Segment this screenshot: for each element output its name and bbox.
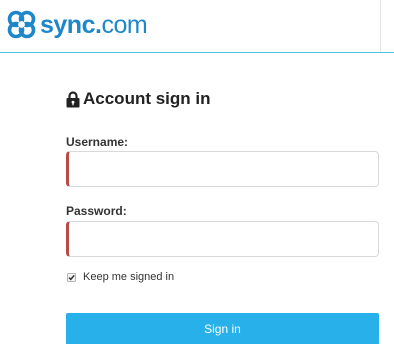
remember-checkbox[interactable] bbox=[67, 272, 76, 282]
password-label: Password: bbox=[66, 204, 127, 218]
lock-icon bbox=[66, 90, 80, 107]
username-input[interactable] bbox=[66, 151, 379, 187]
header-divider bbox=[380, 0, 381, 52]
password-input[interactable] bbox=[66, 221, 379, 257]
remember-label: Keep me signed in bbox=[83, 271, 175, 283]
header: sync.com bbox=[0, 0, 394, 53]
username-label: Username: bbox=[66, 135, 129, 149]
brand-name-bold: sync bbox=[40, 10, 95, 39]
form-title-text: Account sign in bbox=[83, 89, 211, 108]
sync-logo-icon bbox=[7, 10, 36, 39]
sign-in-button[interactable]: Sign in bbox=[66, 313, 379, 344]
form-title: Account sign in bbox=[66, 89, 211, 109]
brand-name: sync.com bbox=[40, 9, 148, 41]
brand-name-rest: com bbox=[101, 10, 148, 39]
sign-in-page: sync.com Account sign in Username: Passw… bbox=[0, 0, 394, 344]
remember-me[interactable]: Keep me signed in bbox=[66, 271, 174, 283]
sync-logo[interactable]: sync.com bbox=[5, 8, 148, 41]
